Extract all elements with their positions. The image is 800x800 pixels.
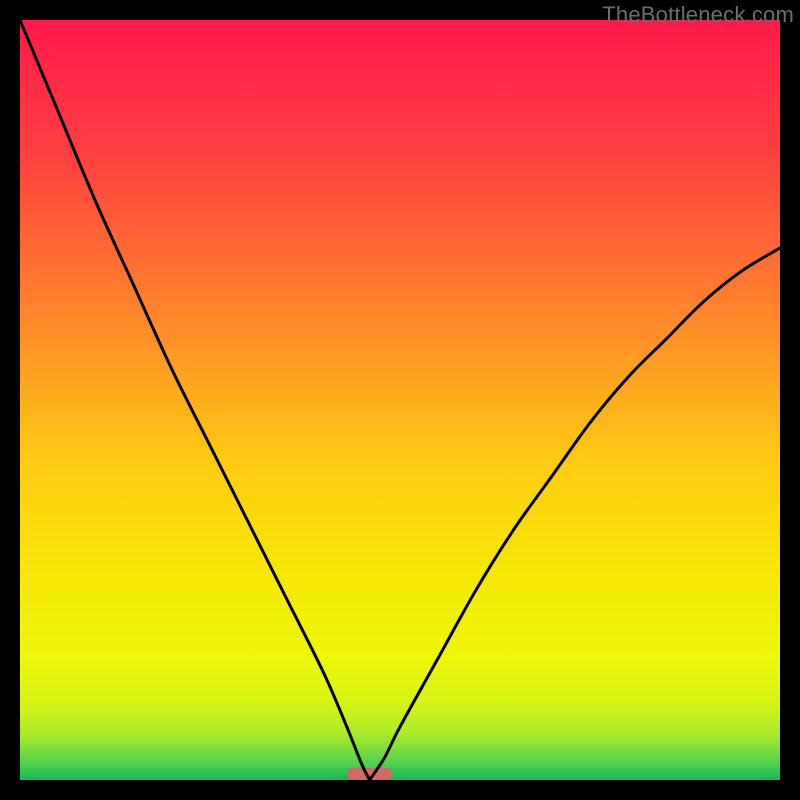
gradient-background	[20, 20, 780, 780]
chart-svg	[20, 20, 780, 780]
chart-frame	[20, 20, 780, 780]
watermark-text: TheBottleneck.com	[602, 2, 794, 28]
